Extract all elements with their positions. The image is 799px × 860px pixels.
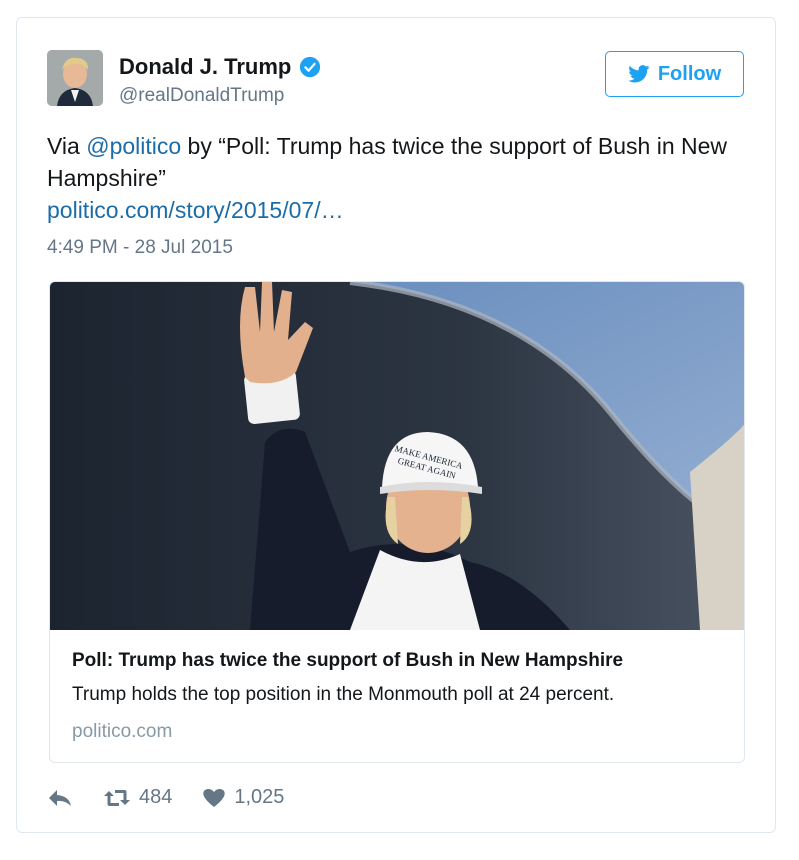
card-description: Trump holds the top position in the Monm… [72,684,615,705]
retweet-icon [104,789,130,806]
card-title: Poll: Trump has twice the support of Bus… [72,650,624,671]
timestamp[interactable]: 4:49 PM - 28 Jul 2015 [47,237,233,259]
article-photo: MAKE AMERICA GREAT AGAIN [50,282,744,630]
twitter-bird-icon [628,65,650,83]
follow-button[interactable]: Follow [605,51,744,97]
retweet-count: 484 [139,786,173,808]
reply-button[interactable] [47,788,73,808]
link-card[interactable]: MAKE AMERICA GREAT AGAIN Poll: Trump has… [49,281,745,763]
tweet-actions: 484 1,025 [47,786,314,809]
tweet-url-link[interactable]: politico.com/story/2015/07/… [47,197,344,223]
heart-icon [203,788,226,807]
follow-label: Follow [657,62,722,85]
reply-icon [49,789,71,806]
tweet-text-prefix: Via [47,133,87,159]
user-handle[interactable]: @realDonaldTrump [119,85,284,107]
like-count: 1,025 [234,786,285,808]
tweet-card: Donald J. Trump @realDonaldTrump Follow … [16,17,776,833]
like-button[interactable]: 1,025 [202,786,284,809]
mention-link[interactable]: @politico [86,133,181,159]
tweet-text: Via @politico by “Poll: Trump has twice … [47,130,747,226]
retweet-button[interactable]: 484 [103,786,172,809]
display-name[interactable]: Donald J. Trump [119,54,321,80]
avatar[interactable] [47,50,103,106]
card-domain: politico.com [72,721,173,742]
verified-badge-icon [300,56,321,78]
display-name-text: Donald J. Trump [119,54,292,79]
